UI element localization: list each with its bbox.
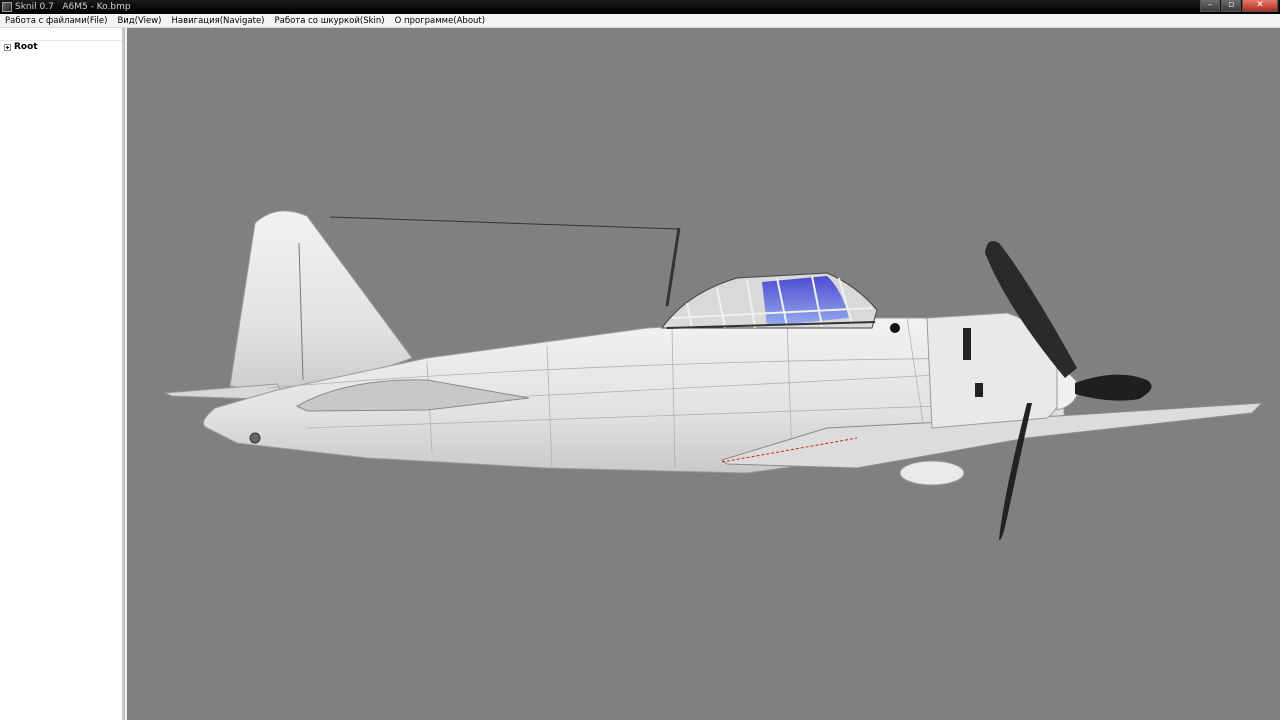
tree-divider [0, 40, 122, 41]
tree-node-label: Root [14, 42, 38, 52]
menu-view[interactable]: Вид(View) [112, 14, 166, 27]
maximize-button[interactable]: ▫ [1221, 0, 1241, 12]
menu-bar: Работа с файлами(File) Вид(View) Навигац… [0, 14, 1280, 28]
maximize-icon: ▫ [1227, 0, 1235, 10]
menu-navigate[interactable]: Навигация(Navigate) [167, 14, 270, 27]
plus-expander-icon[interactable] [4, 43, 11, 51]
tail-wheel [249, 432, 261, 444]
propeller-blade-right [1075, 374, 1152, 401]
close-icon: ✕ [1256, 0, 1264, 10]
tree-panel[interactable]: Root [0, 28, 124, 720]
menu-skin[interactable]: Работа со шкуркой(Skin) [270, 14, 390, 27]
minimize-icon: – [1207, 0, 1213, 10]
drop-tank [899, 460, 965, 486]
antenna-wire [329, 216, 680, 230]
menu-about[interactable]: О программе(About) [390, 14, 490, 27]
window-controls: – ▫ ✕ [1200, 0, 1278, 13]
close-button[interactable]: ✕ [1242, 0, 1278, 12]
tree-node-root[interactable]: Root [4, 42, 38, 52]
title-bar: Sknil 0.7 A6M5 - Ko.bmp – ▫ ✕ [0, 0, 1280, 14]
window-title: Sknil 0.7 A6M5 - Ko.bmp [15, 2, 131, 12]
app-icon[interactable] [2, 2, 12, 12]
aircraft-render [164, 210, 1264, 541]
menu-file[interactable]: Работа с файлами(File) [0, 14, 112, 27]
minimize-button[interactable]: – [1200, 0, 1220, 12]
antenna-mast [665, 227, 681, 307]
3d-viewport[interactable] [127, 28, 1280, 720]
